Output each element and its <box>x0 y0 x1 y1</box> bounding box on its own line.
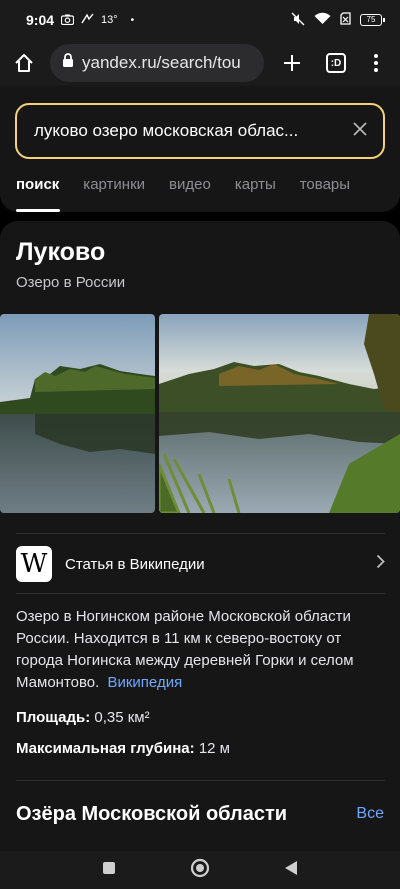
more-menu-icon[interactable] <box>360 47 392 79</box>
search-tabs: поиск картинки видео карты товары <box>16 176 374 193</box>
related-section-title: Озёра Московской области <box>16 803 288 825</box>
url-text: yandex.ru/search/tou <box>82 53 241 72</box>
new-tab-icon[interactable] <box>276 47 308 79</box>
recents-icon[interactable] <box>102 861 116 880</box>
temperature-label: 13° <box>101 14 118 26</box>
divider <box>16 533 385 534</box>
home-button-icon[interactable] <box>190 858 210 883</box>
divider <box>16 780 385 781</box>
active-tab-indicator <box>16 209 60 212</box>
fact-depth: Максимальная глубина: 12 м <box>16 740 230 757</box>
result-subtitle: Озеро в России <box>16 274 126 291</box>
description-text: Озеро в Ногинском районе Московской обла… <box>16 608 354 691</box>
browser-toolbar: yandex.ru/search/tou :D <box>0 40 400 86</box>
search-header: луково озеро московская облас... поиск к… <box>0 86 400 212</box>
battery-icon: 75 <box>360 14 385 26</box>
fact-label: Площадь: <box>16 709 91 726</box>
home-icon[interactable] <box>8 47 40 79</box>
wikipedia-logo-icon: W <box>16 546 52 582</box>
back-icon[interactable] <box>284 860 298 881</box>
clear-search-icon[interactable] <box>353 121 367 141</box>
search-input[interactable]: луково озеро московская облас... <box>15 103 385 159</box>
tab-maps[interactable]: карты <box>235 176 276 193</box>
tab-switcher-button[interactable]: :D <box>320 47 352 79</box>
tab-search[interactable]: поиск <box>16 176 59 193</box>
tab-products[interactable]: товары <box>300 176 350 193</box>
result-title[interactable]: Луково <box>16 238 105 267</box>
status-time: 9:04 <box>26 12 55 28</box>
photo-strip <box>0 314 400 513</box>
wifi-icon <box>314 12 331 28</box>
result-description: Озеро в Ногинском районе Московской обла… <box>16 606 382 694</box>
tab-video[interactable]: видео <box>169 176 211 193</box>
address-bar[interactable]: yandex.ru/search/tou <box>50 44 264 82</box>
divider <box>16 593 385 594</box>
status-bar: 9:04 13° • 75 <box>0 0 400 40</box>
weather-icon <box>81 13 94 28</box>
lake-photo[interactable] <box>0 314 155 513</box>
fact-value: 12 м <box>198 740 230 757</box>
wikipedia-label: Статья в Википедии <box>65 555 205 573</box>
lake-photo[interactable] <box>159 314 400 513</box>
wikipedia-link[interactable]: W Статья в Википедии <box>16 545 385 583</box>
fact-value: 0,35 км² <box>94 709 150 726</box>
see-all-link[interactable]: Все <box>356 805 384 823</box>
lock-icon <box>62 53 74 73</box>
result-card: Луково Озеро в России W Статья в Википед… <box>0 221 400 851</box>
photo-icon <box>60 13 75 28</box>
fact-area: Площадь: 0,35 км² <box>16 709 150 726</box>
no-sim-icon <box>340 12 351 28</box>
chevron-right-icon <box>376 554 385 574</box>
notification-dot-icon: • <box>130 14 135 26</box>
tab-images[interactable]: картинки <box>83 176 145 193</box>
search-query: луково озеро московская облас... <box>34 121 299 140</box>
fact-label: Максимальная глубина: <box>16 740 195 757</box>
system-nav-bar <box>0 851 400 889</box>
mute-icon <box>291 12 305 29</box>
wikipedia-source-link[interactable]: Википедия <box>107 674 182 691</box>
tab-count: :D <box>326 53 346 73</box>
